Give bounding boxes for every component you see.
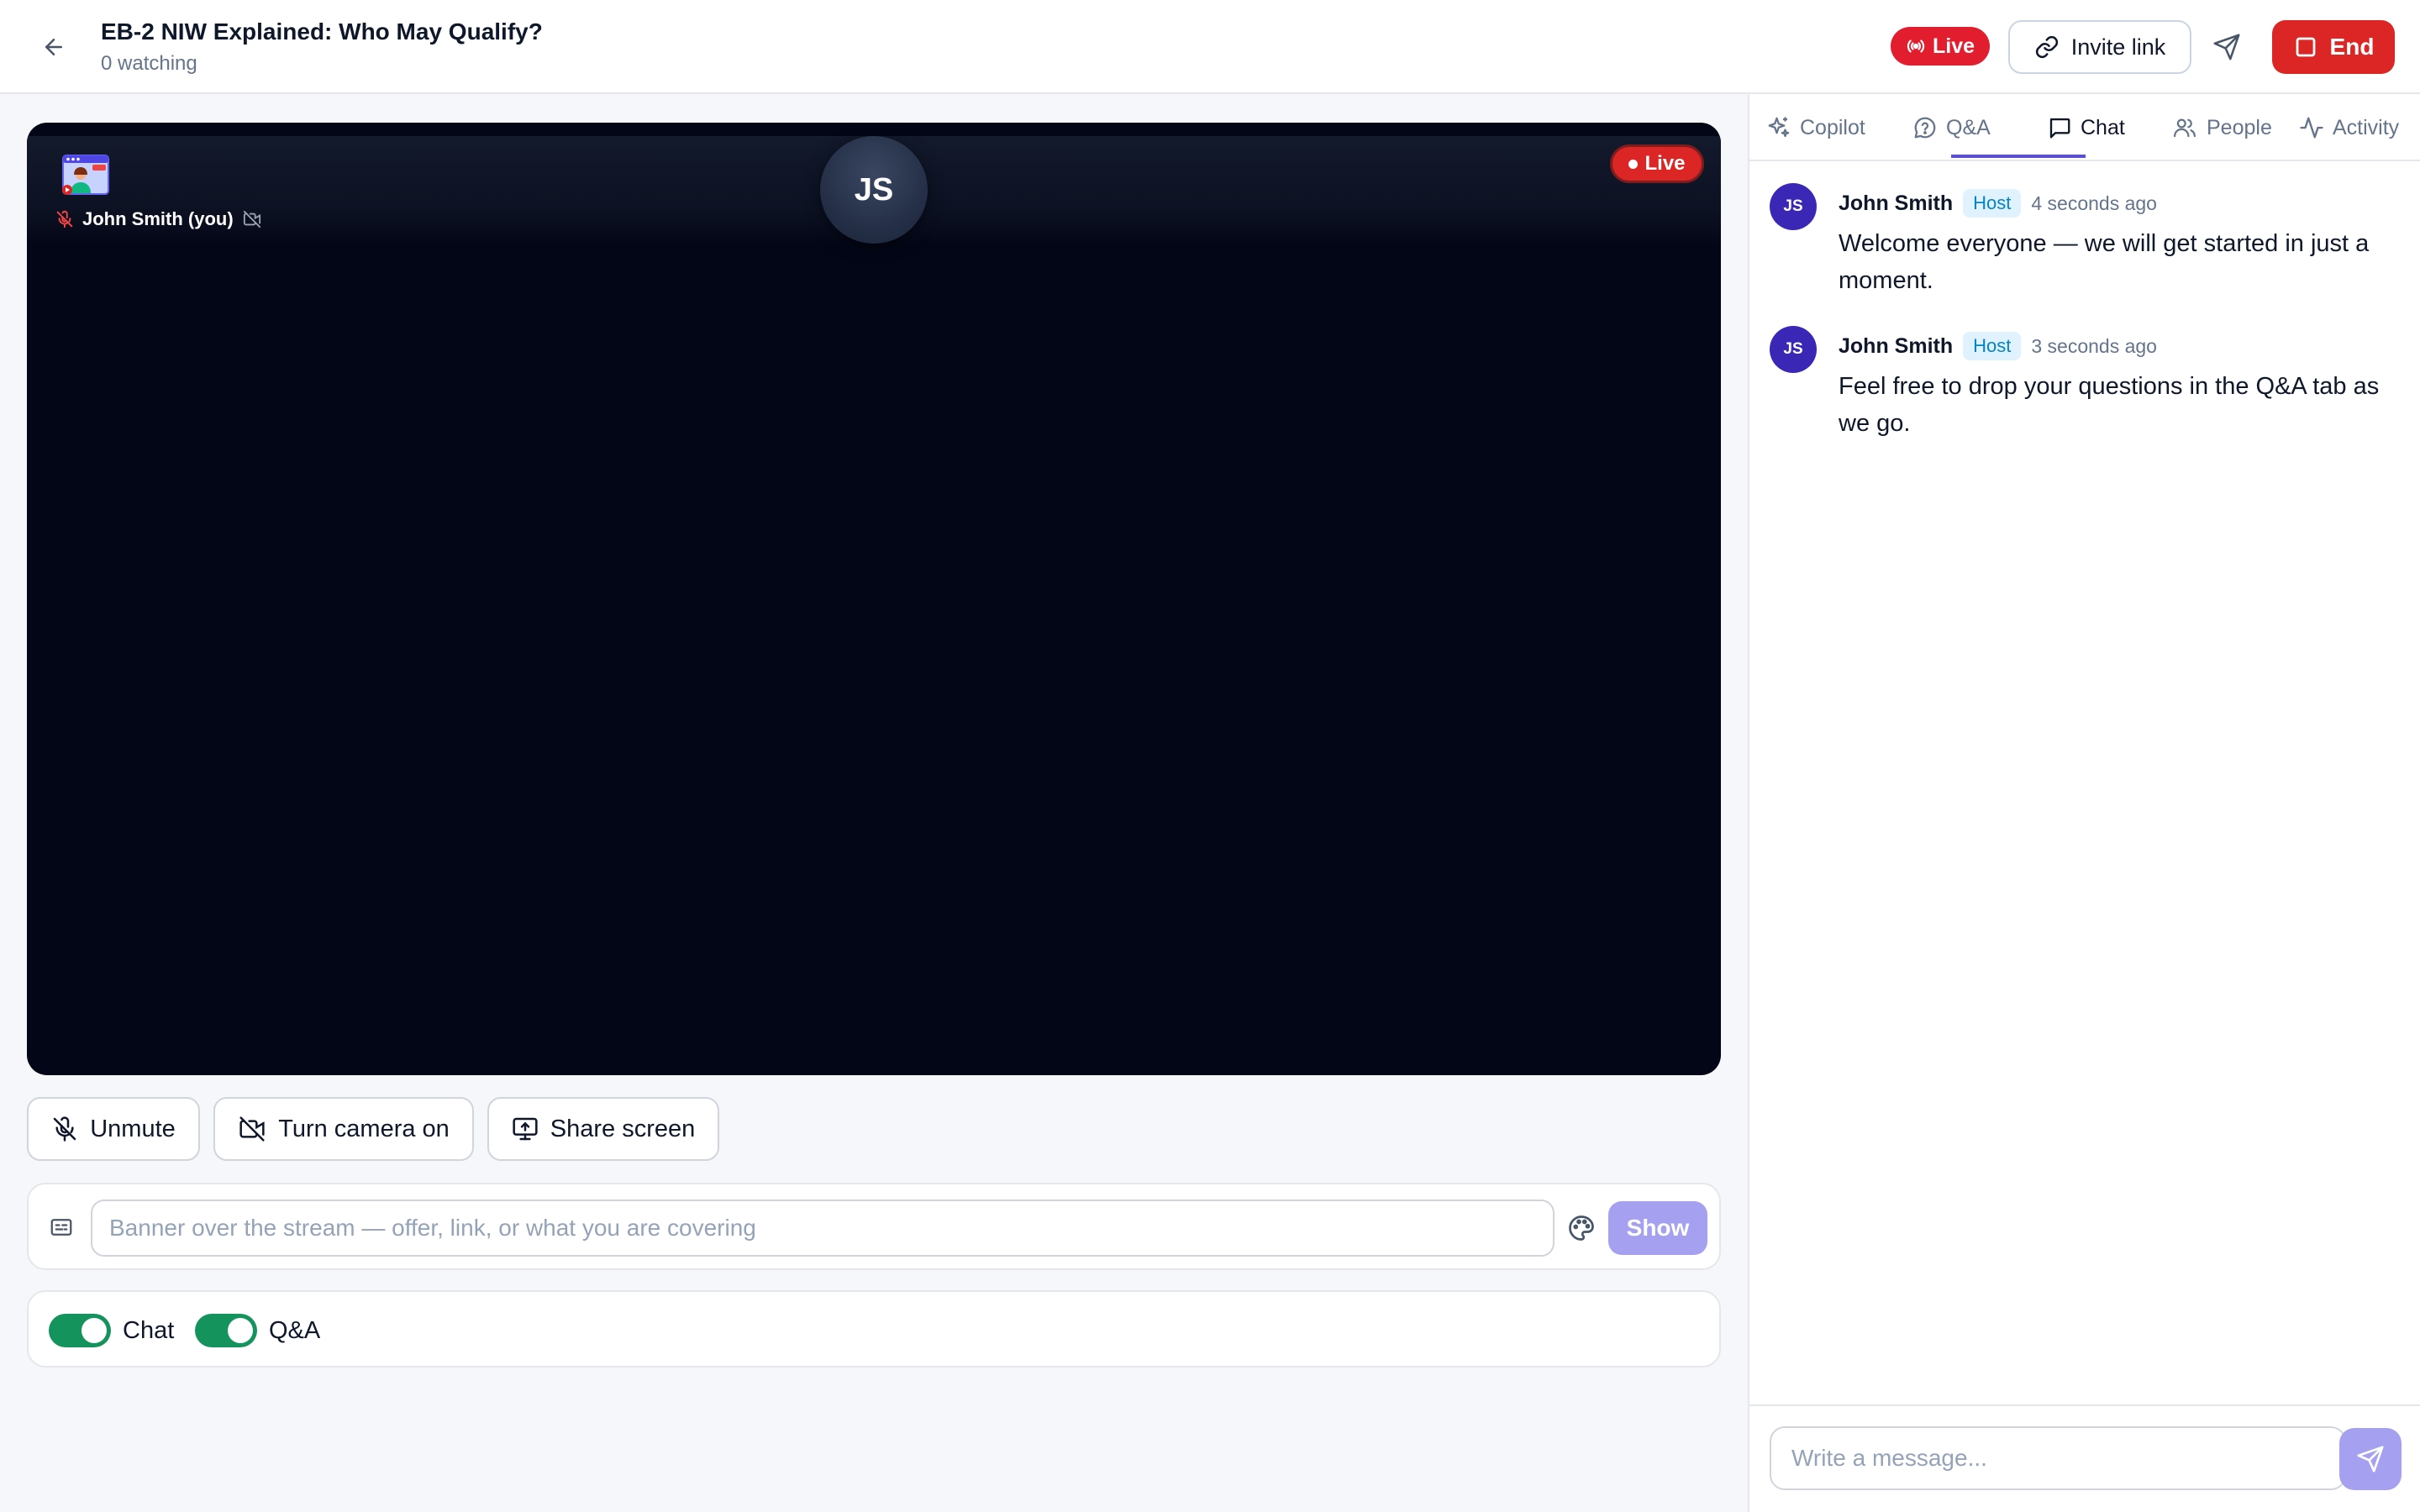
screen-share-icon: [513, 1117, 538, 1141]
send-icon: [2213, 34, 2240, 60]
sparkles-icon: [1768, 117, 1790, 138]
palette-icon[interactable]: [1566, 1213, 1597, 1243]
invite-link-label: Invite link: [2070, 34, 2166, 60]
stage-live-badge: Live: [1610, 144, 1704, 183]
avatar: JS: [1770, 183, 1817, 230]
send-message-button[interactable]: [2339, 1428, 2402, 1490]
side-panel: Copilot Q&A Chat People Activity JS John…: [1748, 94, 2420, 1512]
live-dot-icon: [1628, 159, 1639, 169]
message-timestamp: 3 seconds ago: [2031, 334, 2157, 357]
host-badge: Host: [1963, 332, 2022, 360]
panel-tabs: Copilot Q&A Chat People Activity: [1749, 94, 2420, 161]
chat-composer: [1749, 1404, 2420, 1512]
message-author: John Smith: [1839, 191, 1954, 215]
qa-toggle-label: Q&A: [269, 1317, 321, 1344]
tab-chat[interactable]: Chat: [2047, 94, 2125, 161]
stop-square-icon: [2296, 37, 2315, 57]
participant-label-row: John Smith (you): [55, 207, 262, 232]
mic-off-icon: [56, 210, 73, 228]
share-send-button[interactable]: [2208, 29, 2245, 66]
tab-qa-label: Q&A: [1946, 115, 1991, 139]
viewer-count: 0 watching: [101, 52, 197, 75]
video-stage: John Smith (you) JS Live: [27, 123, 1721, 1075]
tab-activity[interactable]: Activity: [2299, 94, 2399, 161]
message-text: Welcome everyone — we will get started i…: [1839, 230, 2370, 294]
presenter-illustration-icon: [62, 155, 109, 195]
participant-name: John Smith (you): [82, 208, 234, 229]
chat-bubble-icon: [2049, 118, 2070, 139]
toggle-knob: [228, 1318, 253, 1343]
unmute-button[interactable]: Unmute: [27, 1097, 200, 1161]
tab-copilot-label: Copilot: [1800, 115, 1865, 139]
tab-people-label: People: [2207, 115, 2272, 139]
unmute-label: Unmute: [90, 1115, 176, 1142]
question-bubble-icon: [1914, 117, 1936, 139]
arrow-left-icon: [45, 39, 62, 55]
message-header: John Smith Host 3 seconds ago: [1839, 329, 2157, 363]
banner-text-input[interactable]: [91, 1200, 1555, 1257]
feature-toggles: Chat Q&A: [27, 1290, 1721, 1368]
tab-qa[interactable]: Q&A: [1912, 94, 1991, 161]
turn-camera-on-button[interactable]: Turn camera on: [213, 1097, 474, 1161]
chat-toggle[interactable]: [49, 1314, 111, 1347]
share-screen-label: Share screen: [550, 1115, 696, 1142]
mic-off-icon: [53, 1116, 76, 1142]
back-button[interactable]: [34, 27, 74, 67]
camera-off-icon: [239, 1116, 265, 1142]
host-badge: Host: [1963, 189, 2022, 218]
tab-chat-label: Chat: [2081, 115, 2125, 139]
end-label: End: [2329, 34, 2375, 60]
send-icon: [2357, 1446, 2384, 1473]
camera-off-icon: [243, 210, 260, 228]
tab-copilot[interactable]: Copilot: [1766, 94, 1865, 161]
people-icon: [2174, 118, 2196, 138]
broadcast-icon: [1907, 39, 1925, 53]
live-label: Live: [1932, 34, 1975, 58]
message-timestamp: 4 seconds ago: [2031, 192, 2157, 214]
avatar: JS: [1770, 326, 1817, 373]
active-tab-indicator: [1951, 155, 2086, 158]
host-avatar: JS: [820, 136, 928, 244]
link-icon: [2035, 35, 2058, 59]
show-banner-button[interactable]: Show: [1608, 1201, 1707, 1255]
live-status-badge: Live: [1891, 27, 1990, 66]
activity-icon: [2300, 117, 2323, 139]
banner-caption-icon: [50, 1219, 72, 1236]
invite-link-button[interactable]: Invite link: [2008, 20, 2191, 74]
chat-toggle-label: Chat: [123, 1317, 175, 1344]
message-text: Feel free to drop your questions in the …: [1839, 373, 2380, 437]
message-header: John Smith Host 4 seconds ago: [1839, 186, 2157, 220]
qa-toggle[interactable]: [195, 1314, 257, 1347]
banner-composer: Show: [27, 1183, 1721, 1270]
tab-people[interactable]: People: [2171, 94, 2272, 161]
participant-thumbnail[interactable]: [62, 155, 109, 197]
top-bar: EB-2 NIW Explained: Who May Qualify? 0 w…: [0, 0, 2420, 94]
share-screen-button[interactable]: Share screen: [487, 1097, 719, 1161]
end-stream-button[interactable]: End: [2272, 20, 2395, 74]
message-author: John Smith: [1839, 333, 1954, 358]
message-input[interactable]: [1770, 1426, 2346, 1490]
turn-camera-on-label: Turn camera on: [278, 1115, 450, 1142]
page-title: EB-2 NIW Explained: Who May Qualify?: [101, 18, 543, 45]
stage-live-label: Live: [1644, 152, 1686, 175]
tab-activity-label: Activity: [2333, 115, 2400, 139]
toggle-knob: [82, 1318, 107, 1343]
